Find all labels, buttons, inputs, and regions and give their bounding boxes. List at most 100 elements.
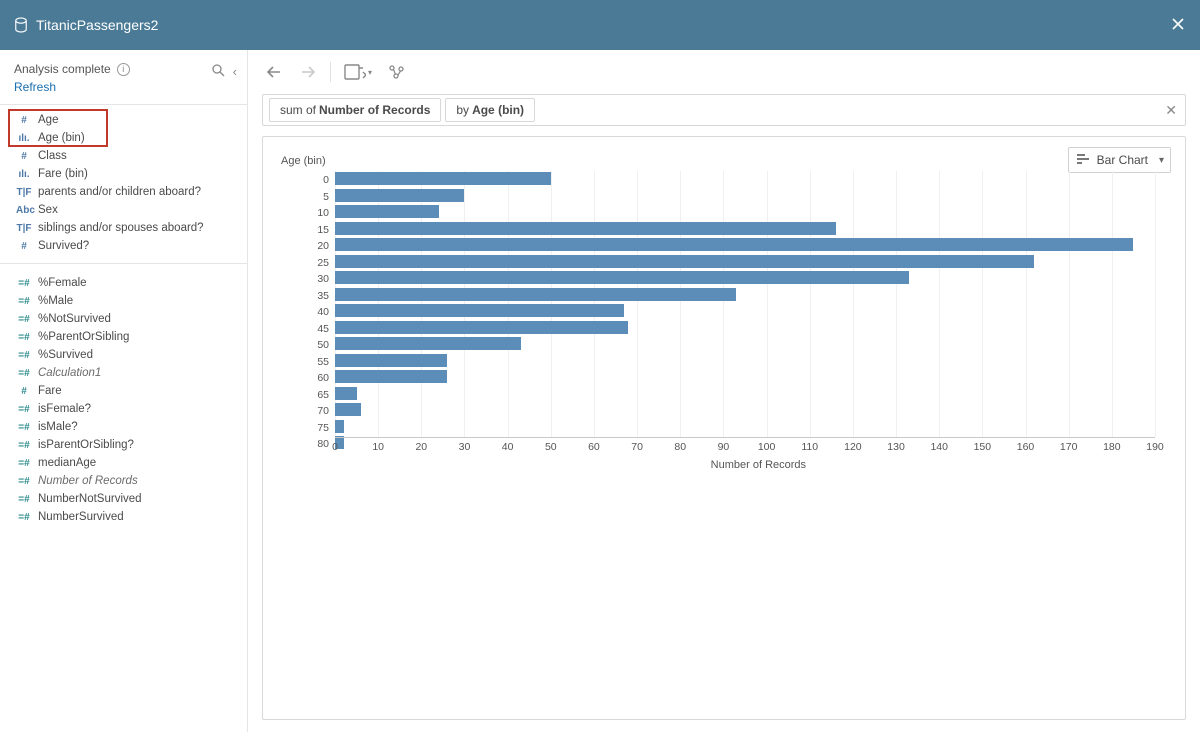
field-type-icon: =# xyxy=(16,296,32,307)
toolbar: ▾ xyxy=(248,50,1200,94)
field-numbersurvived[interactable]: =#NumberSurvived xyxy=(0,508,247,526)
x-tick: 30 xyxy=(459,441,471,453)
back-button[interactable] xyxy=(262,60,286,84)
x-tick: 70 xyxy=(631,441,643,453)
field-fare-bin-[interactable]: ılı.Fare (bin) xyxy=(0,165,247,183)
field--survived[interactable]: =#%Survived xyxy=(0,346,247,364)
x-tick: 100 xyxy=(758,441,776,453)
field-class[interactable]: #Class xyxy=(0,147,247,165)
sidebar-header: Analysis complete i Refresh ‹ xyxy=(0,50,247,105)
bar[interactable] xyxy=(335,387,357,400)
field-isparentorsibling-[interactable]: =# isParentOrSibling? xyxy=(0,436,247,454)
bar[interactable] xyxy=(335,337,521,350)
gridline xyxy=(853,171,854,437)
pill-shelf[interactable]: sum of Number of Records by Age (bin) ✕ xyxy=(262,94,1186,126)
bar[interactable] xyxy=(335,403,361,416)
field-medianage[interactable]: =#medianAge xyxy=(0,454,247,472)
gridline xyxy=(810,171,811,437)
close-button[interactable] xyxy=(1170,16,1186,35)
field-age-bin-[interactable]: ılı.Age (bin) xyxy=(0,129,247,147)
gridline xyxy=(767,171,768,437)
field-label: Survived? xyxy=(38,240,89,252)
datasource-icon xyxy=(14,17,28,33)
field-type-icon: =# xyxy=(16,494,32,505)
y-tick: 5 xyxy=(281,191,329,203)
gridline xyxy=(723,171,724,437)
x-tick: 160 xyxy=(1017,441,1035,453)
field-sex[interactable]: AbcSex xyxy=(0,201,247,219)
field--male[interactable]: =# %Male xyxy=(0,292,247,310)
x-tick: 190 xyxy=(1146,441,1164,453)
bar[interactable] xyxy=(335,354,447,367)
field--notsurvived[interactable]: =#%NotSurvived xyxy=(0,310,247,328)
field-numbernotsurvived[interactable]: =#NumberNotSurvived xyxy=(0,490,247,508)
dimension-pill[interactable]: by Age (bin) xyxy=(445,98,535,122)
x-tick: 80 xyxy=(674,441,686,453)
field-type-icon: =# xyxy=(16,314,32,325)
field-age[interactable]: #Age xyxy=(0,111,247,129)
collapse-sidebar-icon[interactable]: ‹ xyxy=(233,64,237,80)
field--female[interactable]: =#%Female xyxy=(0,274,247,292)
gridline xyxy=(680,171,681,437)
y-tick: 25 xyxy=(281,257,329,269)
field-label: %Male xyxy=(38,295,73,307)
bar[interactable] xyxy=(335,288,736,301)
x-tick: 110 xyxy=(801,441,818,453)
y-tick: 65 xyxy=(281,389,329,401)
bar[interactable] xyxy=(335,172,551,185)
bar[interactable] xyxy=(335,189,464,202)
field-type-icon: =# xyxy=(16,422,32,433)
y-tick: 30 xyxy=(281,273,329,285)
info-icon[interactable]: i xyxy=(117,63,130,76)
field-type-icon: ılı. xyxy=(16,169,32,180)
field-ismale-[interactable]: =# isMale? xyxy=(0,418,247,436)
field-type-icon: # xyxy=(16,151,32,162)
y-tick: 60 xyxy=(281,372,329,384)
clusters-button[interactable] xyxy=(385,60,409,84)
gridline xyxy=(1155,171,1156,437)
field-number-of-records[interactable]: =#Number of Records xyxy=(0,472,247,490)
x-axis-label: Number of Records xyxy=(711,459,806,471)
field-siblings-and-or-spouses-aboard-[interactable]: T|Fsiblings and/or spouses aboard? xyxy=(0,219,247,237)
bar[interactable] xyxy=(335,304,624,317)
field-isfemale-[interactable]: =#isFemale? xyxy=(0,400,247,418)
field-fare[interactable]: #Fare xyxy=(0,382,247,400)
bar[interactable] xyxy=(335,321,628,334)
field-label: Fare xyxy=(38,385,62,397)
field-parents-and-or-children-aboard-[interactable]: T|Fparents and/or children aboard? xyxy=(0,183,247,201)
title-bar: TitanicPassengers2 xyxy=(0,0,1200,50)
y-tick: 50 xyxy=(281,339,329,351)
gridline xyxy=(939,171,940,437)
x-tick: 130 xyxy=(887,441,905,453)
bars-area xyxy=(335,171,1155,437)
measure-pill-prefix: sum of xyxy=(280,103,316,117)
y-tick: 20 xyxy=(281,240,329,252)
bar[interactable] xyxy=(335,420,344,433)
field-type-icon: =# xyxy=(16,440,32,451)
x-tick: 40 xyxy=(502,441,514,453)
x-tick: 140 xyxy=(930,441,948,453)
x-tick: 20 xyxy=(415,441,427,453)
field-label: Age (bin) xyxy=(38,132,85,144)
field-type-icon: =# xyxy=(16,512,32,523)
bar[interactable] xyxy=(335,205,439,218)
refresh-link[interactable]: Refresh xyxy=(14,80,235,94)
search-icon[interactable] xyxy=(212,64,225,80)
bar[interactable] xyxy=(335,370,447,383)
bar[interactable] xyxy=(335,238,1133,251)
bar[interactable] xyxy=(335,255,1034,268)
field-survived-[interactable]: #Survived? xyxy=(0,237,247,255)
forward-button[interactable] xyxy=(296,60,320,84)
field-label: isMale? xyxy=(38,421,78,433)
bar[interactable] xyxy=(335,222,836,235)
measure-pill-field: Number of Records xyxy=(319,103,430,117)
field-label: isParentOrSibling? xyxy=(38,439,134,451)
datasource-title: TitanicPassengers2 xyxy=(36,17,158,33)
add-sheet-button[interactable]: ▾ xyxy=(341,60,375,84)
bar[interactable] xyxy=(335,271,909,284)
measure-pill[interactable]: sum of Number of Records xyxy=(269,98,441,122)
field-calculation1[interactable]: =#Calculation1 xyxy=(0,364,247,382)
x-axis-line xyxy=(335,437,1155,438)
field--parentorsibling[interactable]: =#%ParentOrSibling xyxy=(0,328,247,346)
clear-shelf-button[interactable]: ✕ xyxy=(1165,102,1177,119)
